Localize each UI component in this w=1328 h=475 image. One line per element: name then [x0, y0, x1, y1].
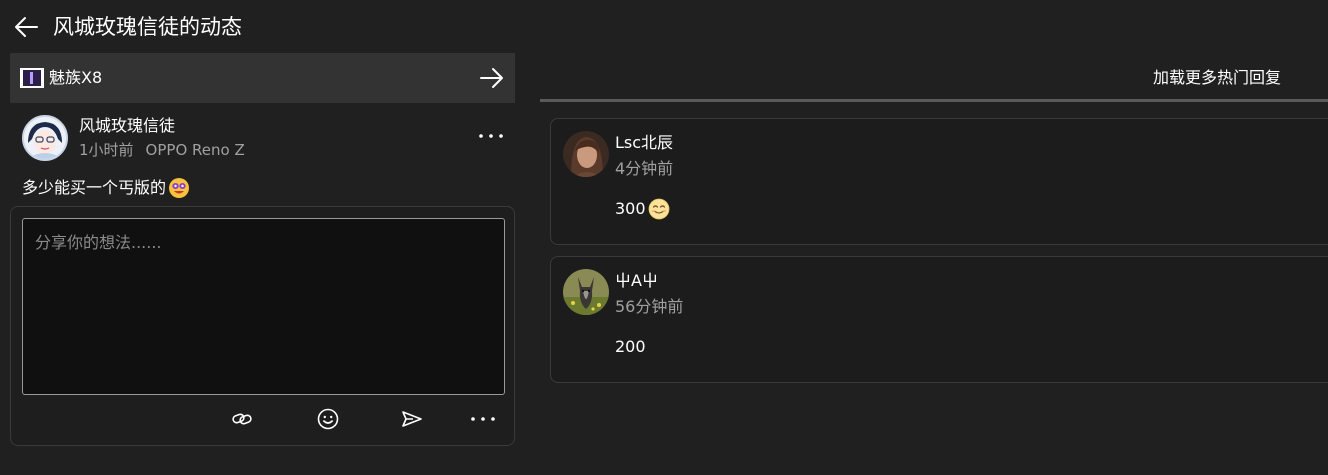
post-author-name[interactable]: 风城玫瑰信徒	[79, 115, 175, 137]
post-device: OPPO Reno Z	[145, 141, 245, 159]
emoji-button[interactable]	[313, 406, 343, 432]
reply-more-button[interactable]	[468, 406, 498, 432]
comment-text: 200	[615, 337, 646, 356]
title-bar: 风城玫瑰信徒的动态	[0, 0, 1328, 52]
comment-username[interactable]: 屮A屮	[615, 270, 658, 292]
send-icon	[402, 411, 422, 427]
comment-text: 300	[615, 197, 670, 221]
comment-time: 4分钟前	[615, 159, 674, 178]
comment-card: 屮A屮 56分钟前 200	[550, 256, 1328, 383]
more-horizontal-icon	[471, 417, 495, 421]
topic-bar[interactable]: 魅族X8	[10, 53, 515, 103]
comment-username[interactable]: Lsc北辰	[615, 132, 673, 154]
page-title: 风城玫瑰信徒的动态	[53, 15, 242, 39]
load-more-hot-replies-button[interactable]: 加载更多热门回复	[1153, 66, 1281, 90]
comment-user-avatar[interactable]	[563, 269, 609, 315]
smile-emoji-icon	[648, 198, 669, 220]
emoji-icon	[317, 408, 339, 430]
more-horizontal-icon[interactable]	[476, 124, 506, 148]
section-divider	[540, 99, 1328, 102]
avatar-image	[563, 269, 609, 315]
post-meta: 1小时前 OPPO Reno Z	[79, 140, 245, 161]
arrow-left-icon	[15, 17, 38, 37]
reply-panel	[10, 206, 515, 446]
post-author-avatar[interactable]	[22, 115, 68, 161]
reply-input[interactable]	[22, 218, 505, 395]
comment-time: 56分钟前	[615, 297, 684, 316]
back-button[interactable]	[12, 14, 40, 40]
send-button[interactable]	[397, 406, 427, 432]
link-icon	[232, 413, 252, 425]
comment-user-avatar[interactable]	[563, 131, 609, 177]
comment-text-value: 300	[615, 199, 646, 218]
arrow-right-icon[interactable]	[479, 65, 505, 91]
post-content: 多少能买一个丐版的	[22, 176, 190, 200]
avatar-image	[24, 117, 66, 159]
avatar-image	[563, 131, 609, 177]
topic-label: 魅族X8	[49, 68, 103, 87]
comment-card: Lsc北辰 4分钟前 300	[550, 118, 1328, 245]
post-time: 1小时前	[79, 141, 134, 159]
star-eyes-emoji-icon	[169, 178, 190, 198]
topic-thumbnail	[20, 68, 44, 88]
link-button[interactable]	[227, 406, 257, 432]
post-content-text: 多少能买一个丐版的	[22, 178, 167, 197]
